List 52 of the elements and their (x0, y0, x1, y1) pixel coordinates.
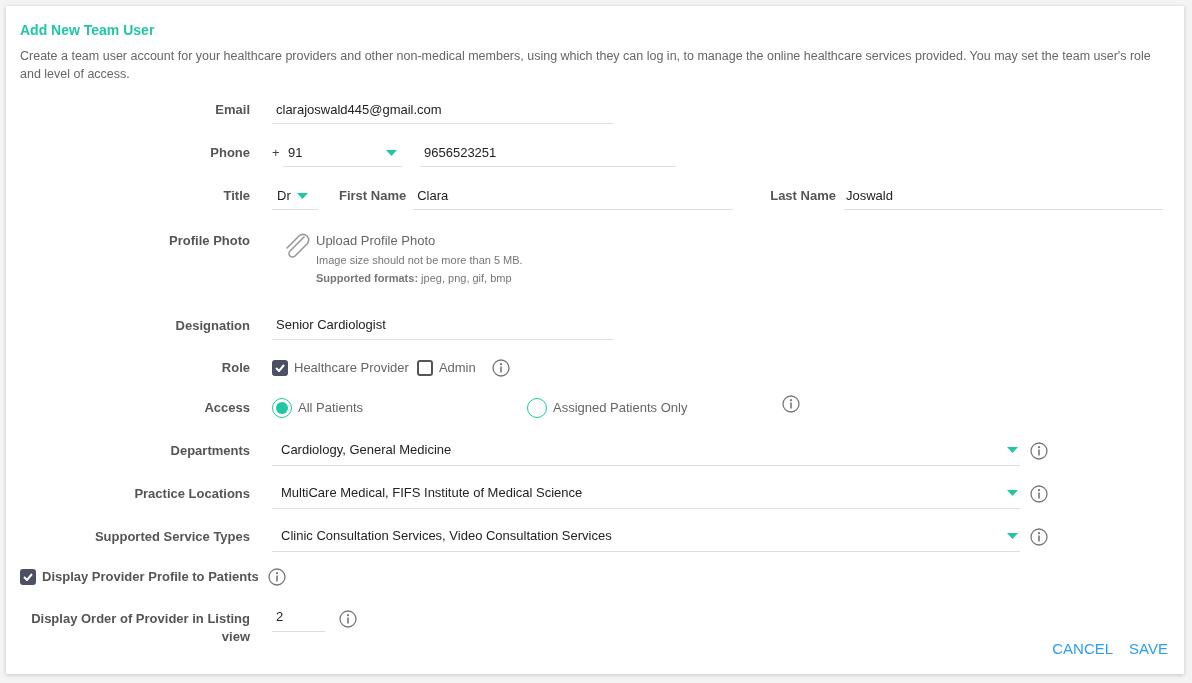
dropdown-arrow-icon (1007, 490, 1018, 496)
info-icon[interactable] (491, 358, 510, 377)
info-icon[interactable] (1030, 441, 1048, 460)
check-icon (23, 572, 33, 581)
info-icon[interactable] (1030, 527, 1048, 546)
email-field[interactable]: clarajoswald445@gmail.com (272, 96, 613, 124)
dropdown-arrow-icon (386, 149, 397, 156)
field-label: Last Name (770, 187, 836, 206)
info-icon[interactable] (1030, 484, 1048, 503)
info-icon[interactable] (267, 567, 286, 586)
designation-field[interactable]: Senior Cardiologist (272, 311, 613, 340)
check-icon (275, 363, 285, 372)
field-label: Departments (169, 441, 250, 460)
country-code-select[interactable]: 91 (283, 139, 402, 167)
dropdown-arrow-icon (1007, 447, 1018, 453)
info-icon[interactable] (782, 394, 800, 413)
last-name-field[interactable]: Joswald (843, 182, 1163, 210)
dropdown-arrow-icon (1007, 533, 1018, 539)
field-label: Supported Service Types (93, 527, 250, 546)
field-label: Email (214, 101, 250, 120)
multi-select-field[interactable]: Clinic Consultation Services, Video Consultation Services (272, 521, 1020, 552)
title-select[interactable]: Dr (272, 182, 318, 210)
field-label: Access (203, 398, 250, 417)
form-title: Add New Team User (20, 21, 156, 40)
plus-sign: + (272, 144, 281, 163)
field-label: Display Order of Provider in Listing view (30, 609, 250, 646)
size-note: Image size should not be more than 5 MB. (316, 252, 523, 268)
option-label: Assigned Patients Only (553, 398, 688, 417)
field-label: First Name (339, 187, 407, 206)
option-label: All Patients (298, 398, 364, 417)
first-name-field[interactable]: Clara (413, 182, 734, 210)
option-label: Healthcare Provider (294, 358, 409, 377)
multi-select-field[interactable]: Cardiology, General Medicine (272, 435, 1020, 466)
formats-note: Supported formats: jpeg, png, gif, bmp (316, 271, 513, 286)
upload-photo-link[interactable]: Upload Profile Photo (316, 231, 523, 251)
dropdown-arrow-icon (296, 192, 308, 199)
field-label: Profile Photo (168, 232, 250, 250)
field-label: Title (222, 187, 250, 206)
checkbox-label: Display Provider Profile to Patients (42, 567, 259, 586)
field-label: Role (220, 358, 250, 377)
display-order-field[interactable]: 2 (272, 603, 325, 632)
field-label: Practice Locations (133, 484, 250, 503)
field-label: Phone (209, 144, 250, 163)
checkbox[interactable] (20, 568, 36, 585)
field-label: Designation (174, 316, 250, 335)
description: Create a team user account for your healthcare providers and other non-medical members, using which they can log in, to manage the online healthcare services provided. You may set the team user's role and level of access. (20, 48, 1152, 83)
option-label: Admin (438, 358, 476, 377)
info-icon[interactable] (339, 609, 357, 628)
multi-select-field[interactable]: MultiCare Medical, FIFS Institute of Medical Science (272, 478, 1020, 509)
checkbox[interactable] (416, 359, 433, 376)
checkbox[interactable] (272, 359, 288, 376)
phone-number-field[interactable]: 9656523251 (420, 139, 676, 167)
